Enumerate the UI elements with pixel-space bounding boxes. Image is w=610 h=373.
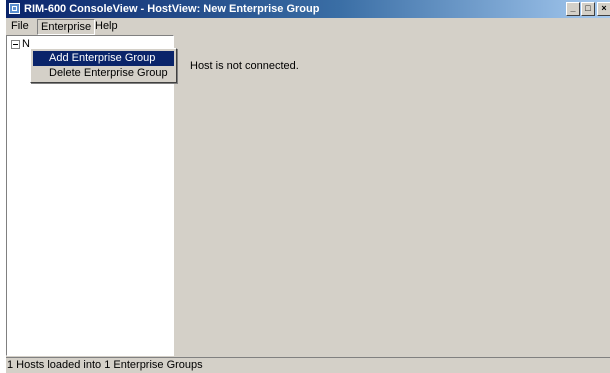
host-view-pane: Host is not connected. [177,35,610,356]
menu-file[interactable]: File [8,18,32,34]
maximize-button[interactable]: □ [581,2,595,16]
status-bar: 1 Hosts loaded into 1 Enterprise Groups [6,357,610,373]
add-enterprise-group-menu-item[interactable]: Add Enterprise Group [33,51,174,66]
app-window-icon [9,3,20,14]
menu-bar: File Enterprise Help [6,18,610,35]
menu-help[interactable]: Help [92,18,121,34]
host-tree-pane[interactable]: N [6,35,174,356]
tree-node-root[interactable]: N [22,38,30,51]
window-title: RIM-600 ConsoleView - HostView: New Ente… [24,3,320,15]
host-status-message: Host is not connected. [190,60,299,72]
close-button[interactable]: × [597,2,610,16]
menu-enterprise[interactable]: Enterprise [37,19,96,35]
minus-box-icon[interactable] [11,40,20,49]
window-controls: _ □ × [566,2,610,16]
minimize-button[interactable]: _ [566,2,580,16]
title-bar[interactable]: RIM-600 ConsoleView - HostView: New Ente… [6,0,610,18]
status-text: 1 Hosts loaded into 1 Enterprise Groups [7,359,203,371]
delete-enterprise-group-menu-item[interactable]: Delete Enterprise Group [33,66,174,81]
enterprise-menu-dropdown: Add Enterprise Group Delete Enterprise G… [30,48,177,83]
